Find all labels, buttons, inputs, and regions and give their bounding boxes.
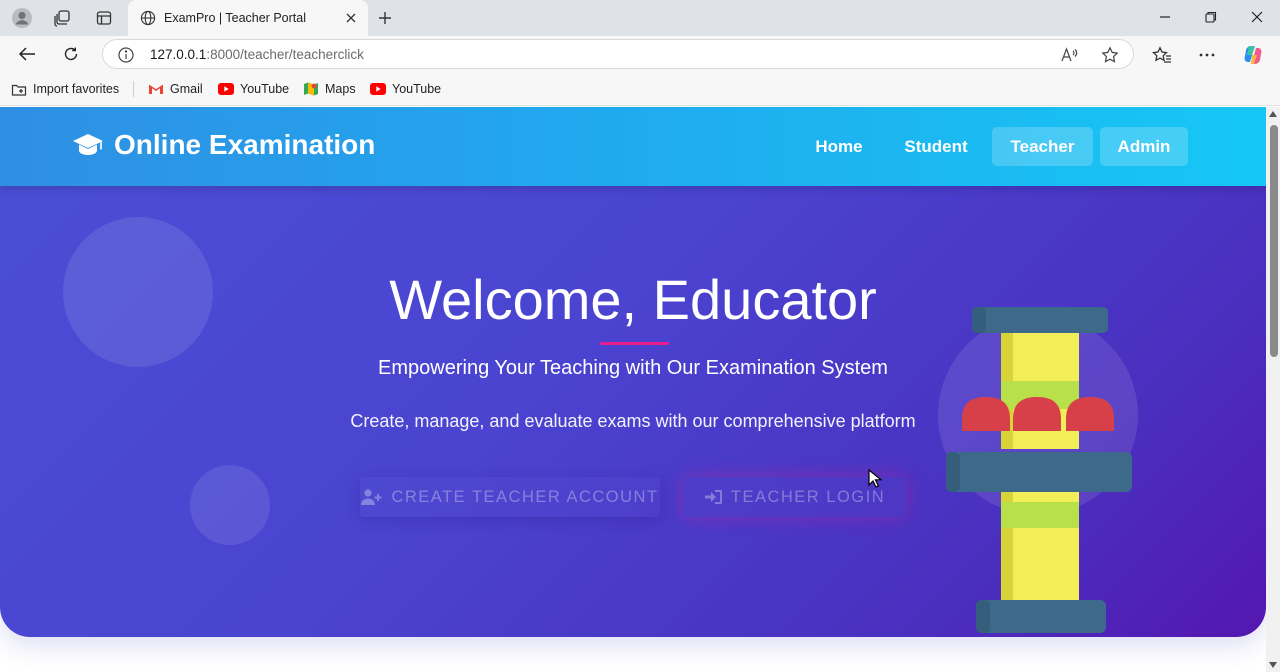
title-underline <box>600 342 669 345</box>
decor-circle-large <box>63 217 213 367</box>
more-options-icon[interactable] <box>1196 44 1218 66</box>
create-teacher-account-button[interactable]: CREATE TEACHER ACCOUNT <box>360 477 660 517</box>
favorites-divider <box>133 81 134 97</box>
graduation-cap-icon <box>72 132 104 158</box>
minimize-icon[interactable] <box>1142 0 1188 34</box>
page-subtitle: Empowering Your Teaching with Our Examin… <box>378 357 888 379</box>
fav-label: YouTube <box>392 82 442 96</box>
nav-home[interactable]: Home <box>804 127 874 166</box>
import-icon <box>11 81 27 97</box>
favorites-icon[interactable] <box>1151 44 1173 66</box>
copilot-icon[interactable] <box>1242 44 1264 66</box>
address-bar-row: 127.0.0.1:8000/teacher/teacherclick <box>0 36 1280 72</box>
fav-label: YouTube <box>240 82 290 96</box>
page-title: Welcome, Educator <box>389 268 877 331</box>
url-path: :8000/teacher/teacherclick <box>206 47 364 62</box>
hero-section: Online Examination Home Student Teacher … <box>0 107 1266 637</box>
maps-icon <box>303 81 319 97</box>
new-tab-icon[interactable] <box>372 5 398 31</box>
brand-name: Online Examination <box>114 129 376 160</box>
refresh-icon[interactable] <box>56 40 86 68</box>
fav-label: Import favorites <box>33 82 120 96</box>
url-host: 127.0.0.1 <box>150 47 207 62</box>
site-info-icon[interactable] <box>117 46 135 64</box>
mouse-cursor-icon <box>868 468 883 494</box>
fav-youtube[interactable]: YouTube <box>218 80 289 98</box>
decor-circle-small <box>190 465 270 545</box>
page-description: Create, manage, and evaluate exams with … <box>350 411 916 431</box>
fav-import-favorites[interactable]: Import favorites <box>11 80 119 98</box>
nav-student[interactable]: Student <box>894 127 978 166</box>
page-viewport: Online Examination Home Student Teacher … <box>0 107 1266 672</box>
restore-icon[interactable] <box>1188 0 1234 34</box>
nav-admin[interactable]: Admin <box>1100 127 1188 166</box>
sign-in-icon <box>704 489 723 505</box>
scrollbar-thumb[interactable] <box>1270 125 1278 357</box>
close-tab-icon[interactable] <box>340 7 362 29</box>
teacher-login-label: TEACHER LOGIN <box>730 487 886 506</box>
hourglass-illustration <box>936 307 1146 637</box>
read-aloud-icon[interactable] <box>1060 45 1080 65</box>
gmail-icon <box>148 83 164 95</box>
globe-icon <box>140 10 156 26</box>
create-teacher-account-label: CREATE TEACHER ACCOUNT <box>391 487 659 506</box>
url-text: 127.0.0.1:8000/teacher/teacherclick <box>150 47 364 62</box>
page-scrollbar[interactable] <box>1266 107 1280 672</box>
youtube-icon <box>218 83 234 95</box>
browser-tab-strip: ExamPro | Teacher Portal <box>0 0 1280 36</box>
close-window-icon[interactable] <box>1234 0 1280 34</box>
nav-teacher[interactable]: Teacher <box>992 127 1093 166</box>
fav-maps[interactable]: Maps <box>303 80 356 98</box>
vertical-tabs-icon[interactable] <box>90 5 118 31</box>
profile-icon[interactable] <box>8 5 36 31</box>
brand-logo[interactable]: Online Examination <box>72 129 375 161</box>
fav-youtube-2[interactable]: YouTube <box>370 80 441 98</box>
back-icon[interactable] <box>12 40 42 68</box>
scroll-down-arrow-icon[interactable] <box>1269 662 1277 668</box>
active-tab[interactable]: ExamPro | Teacher Portal <box>128 0 368 36</box>
tab-title: ExamPro | Teacher Portal <box>164 11 306 25</box>
fav-label: Gmail <box>170 82 203 96</box>
site-navbar: Online Examination Home Student Teacher … <box>0 107 1266 186</box>
fav-gmail[interactable]: Gmail <box>148 80 203 98</box>
fav-label: Maps <box>325 82 356 96</box>
favorite-star-icon[interactable] <box>1100 45 1120 65</box>
user-plus-icon <box>361 489 383 505</box>
favorites-bar: Import favorites Gmail YouTube Maps YouT… <box>0 72 1280 106</box>
address-field[interactable]: 127.0.0.1:8000/teacher/teacherclick <box>102 39 1134 69</box>
workspaces-icon[interactable] <box>48 5 76 31</box>
scroll-up-arrow-icon[interactable] <box>1269 111 1277 117</box>
youtube-icon <box>370 83 386 95</box>
